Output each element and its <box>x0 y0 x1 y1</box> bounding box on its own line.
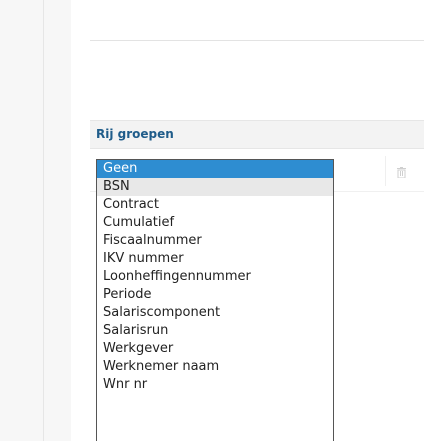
left-rail-divider <box>43 0 44 441</box>
section-divider <box>90 40 424 41</box>
dropdown-option[interactable]: IKV nummer <box>97 250 333 268</box>
dropdown-option[interactable]: Salariscomponent <box>97 304 333 322</box>
dropdown-option[interactable]: Werkgever <box>97 340 333 358</box>
left-rail <box>0 0 71 441</box>
dropdown-option[interactable]: Salarisrun <box>97 322 333 340</box>
dropdown-option[interactable]: Wnr nr <box>97 376 333 394</box>
dropdown-option[interactable]: Cumulatief <box>97 214 333 232</box>
dropdown-option[interactable]: BSN <box>97 178 333 196</box>
dropdown-option[interactable]: Werknemer naam <box>97 358 333 376</box>
dropdown-options: Geen BSN Contract Cumulatief Fiscaalnumm… <box>97 160 333 394</box>
dropdown-option[interactable]: Geen <box>97 160 333 178</box>
trash-icon[interactable] <box>397 167 406 178</box>
dropdown-option[interactable]: Fiscaalnummer <box>97 232 333 250</box>
dropdown-option[interactable]: Contract <box>97 196 333 214</box>
dropdown-option[interactable]: Loonheffingennummer <box>97 268 333 286</box>
row-groups-header: Rij groepen <box>90 120 424 149</box>
row-groups-title: Rij groepen <box>96 127 174 141</box>
page: Rij groepen Geen BSN Contract Cumulatief… <box>0 0 424 441</box>
dropdown-option[interactable]: Periode <box>97 286 333 304</box>
row-group-dropdown[interactable]: Geen BSN Contract Cumulatief Fiscaalnumm… <box>96 159 334 441</box>
row-separator <box>385 156 386 186</box>
